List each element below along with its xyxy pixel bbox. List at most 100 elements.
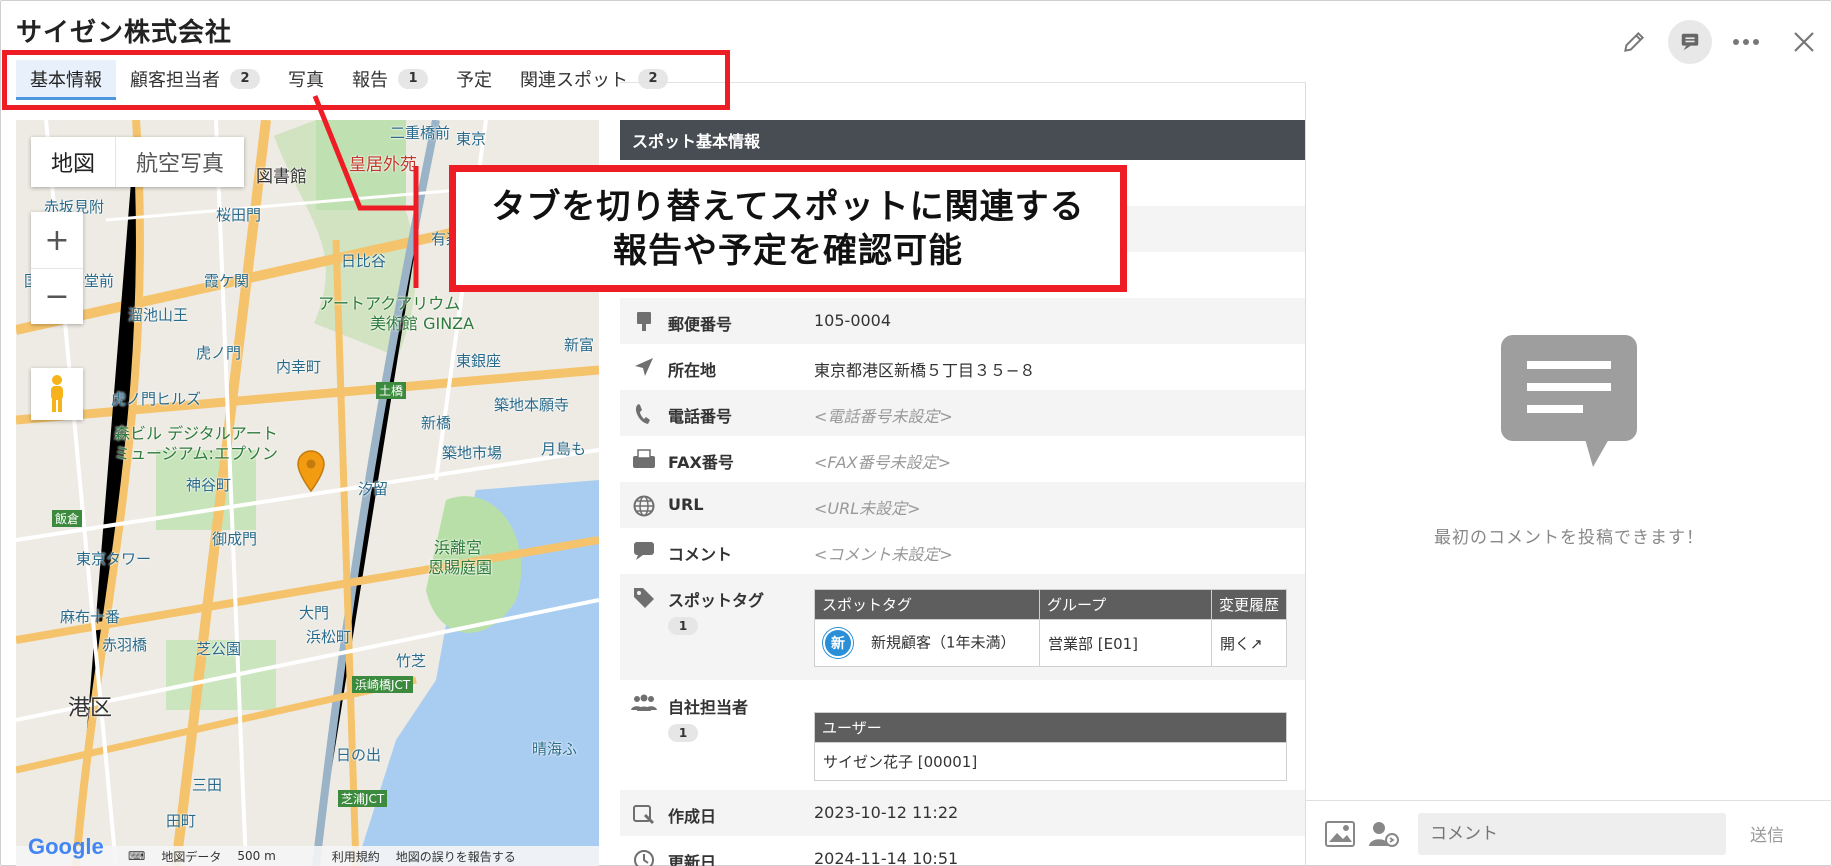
created-value: 2023-10-12 11:22: [814, 803, 959, 822]
postal-code-value: 105-0004: [814, 311, 892, 330]
street-view-pegman-icon[interactable]: [31, 368, 83, 420]
map-label: 東京: [456, 130, 487, 148]
map-type-map-button[interactable]: 地図: [31, 137, 115, 187]
address-value: 東京都港区新橋５丁目３５−８: [814, 361, 1036, 380]
map-scale: 500 m: [237, 849, 276, 863]
count-badge: 2: [230, 68, 260, 89]
keyboard-icon[interactable]: ⌨: [120, 849, 153, 863]
spot-tag-label: スポットタグ: [668, 591, 765, 610]
callout-line-2: 報告や予定を確認可能: [613, 230, 963, 271]
map-label: 月島も: [541, 440, 587, 458]
updated-row: 更新日 2024-11-14 10:51: [620, 836, 1305, 866]
phone-icon: [620, 403, 668, 425]
spot-tag-table: スポットタグ グループ 変更履歴 新新規顧客（1年未満） 営業部 [E01] 開…: [814, 589, 1287, 667]
google-logo: Google: [28, 834, 104, 859]
tab-basic-info[interactable]: 基本情報: [16, 60, 116, 100]
map-type-aerial-button[interactable]: 航空写真: [115, 137, 244, 187]
comment-value: <コメント未設定>: [814, 545, 953, 564]
fax-value: <FAX番号未設定>: [814, 453, 951, 472]
map-label: 虎ノ門ヒルズ: [111, 390, 202, 408]
speech-bubble-icon: [620, 541, 668, 561]
comment-row: コメント <コメント未設定>: [620, 528, 1305, 574]
map-label: 築地市場: [442, 444, 503, 462]
map-label: 大門: [299, 604, 330, 622]
tab-label: 基本情報: [30, 69, 102, 91]
field-label: 電話番号: [668, 407, 733, 426]
table-cell: 新新規顧客（1年未満）: [814, 619, 1040, 667]
map-label: 内幸町: [276, 358, 322, 376]
tab-customer-contacts[interactable]: 顧客担当者 2: [116, 60, 274, 100]
map-label: 築地本願寺: [494, 396, 570, 414]
map-label: 麻布十番: [60, 608, 121, 626]
edit-pencil-icon[interactable]: [1610, 20, 1658, 64]
map-label: 竹芝: [396, 652, 427, 670]
location-pin-icon[interactable]: [296, 450, 326, 496]
map-label: 汐留: [358, 480, 389, 498]
report-error-link[interactable]: 地図の誤りを報告する: [388, 848, 524, 865]
map-label: 日の出: [336, 746, 382, 764]
map-label: 東銀座: [456, 352, 502, 370]
map-label: 溜池山王: [128, 306, 189, 324]
tab-reports[interactable]: 報告 1: [338, 60, 442, 100]
map-label: 霞ケ関: [204, 272, 250, 290]
attach-image-icon[interactable]: [1318, 820, 1362, 847]
map-data-label: 地図データ: [161, 849, 222, 864]
comment-input[interactable]: [1418, 812, 1726, 855]
map-label: 御成門: [212, 530, 258, 548]
history-open-link[interactable]: 開く↗: [1211, 619, 1287, 667]
map-label: 浜松町: [306, 628, 352, 646]
tab-label: 予定: [456, 69, 492, 91]
tab-label: 写真: [288, 69, 324, 91]
close-icon[interactable]: [1780, 20, 1828, 64]
empty-comment-message: 最初のコメントを投稿できます！: [1434, 528, 1704, 548]
comment-input-bar: 送信: [1306, 800, 1832, 866]
tag-name: 新規顧客（1年未満）: [871, 633, 1016, 652]
zoom-in-button[interactable]: +: [31, 212, 83, 268]
map-label: 虎ノ門: [196, 344, 242, 362]
tab-label: 関連スポット: [520, 69, 628, 91]
new-customer-tag-icon: 新: [823, 628, 853, 658]
tab-label: 顧客担当者: [130, 69, 220, 91]
tab-schedule[interactable]: 予定: [442, 60, 506, 100]
top-actions: [1600, 18, 1832, 66]
count-badge: 1: [398, 68, 428, 89]
map-label: 新富: [564, 336, 595, 354]
fax-icon: [620, 449, 668, 469]
navigation-arrow-icon: [620, 357, 668, 377]
map-label: 浜崎橋JCT: [352, 676, 414, 693]
map-type-control: 地図 航空写真: [31, 137, 245, 187]
annotation-callout: タブを切り替えてスポットに関連する 報告や予定を確認可能: [449, 165, 1127, 292]
globe-icon: [620, 495, 668, 517]
comment-toggle-icon[interactable]: [1668, 20, 1712, 64]
tab-photos[interactable]: 写真: [274, 60, 338, 100]
section-header: スポット基本情報: [620, 120, 1305, 160]
map-label: 二重橋前: [390, 124, 451, 142]
send-button[interactable]: 送信: [1750, 821, 1784, 846]
group-cell: 営業部 [E01]: [1039, 619, 1212, 667]
more-options-icon[interactable]: [1722, 20, 1770, 64]
tag-icon: [620, 587, 668, 609]
map-label: ミュージアム:エプソン: [114, 444, 278, 463]
column-header: グループ: [1039, 589, 1212, 620]
callout-line-1: タブを切り替えてスポットに関連する: [491, 186, 1085, 227]
field-label: スポットタグ 1: [668, 587, 814, 635]
comment-empty-state: 最初のコメントを投稿できます！: [1306, 335, 1832, 548]
postal-code-row: 郵便番号 105-0004: [620, 298, 1305, 344]
tab-related-spots[interactable]: 関連スポット 2: [506, 60, 682, 100]
url-row: URL <URL未設定>: [620, 482, 1305, 528]
comment-bubble-icon: [1501, 335, 1637, 471]
mention-user-icon[interactable]: [1362, 820, 1406, 848]
map-label: 三田: [192, 776, 223, 794]
zoom-out-button[interactable]: −: [31, 268, 83, 324]
zoom-control: + −: [31, 212, 83, 324]
field-label: 作成日: [668, 807, 717, 826]
url-value: <URL未設定>: [814, 499, 921, 518]
table-row: サイゼン花子 [00001]: [814, 742, 1287, 781]
terms-link[interactable]: 利用規約: [324, 848, 388, 865]
map-label: 晴海ふ: [532, 740, 578, 758]
fax-row: FAX番号 <FAX番号未設定>: [620, 436, 1305, 482]
spot-tag-row: スポットタグ 1 スポットタグ グループ 変更履歴 新新規顧客（1年未満） 営業…: [620, 574, 1305, 680]
map-label: 芝浦JCT: [338, 790, 388, 807]
map-label: 港区: [68, 696, 113, 721]
field-label: コメント: [668, 545, 733, 564]
